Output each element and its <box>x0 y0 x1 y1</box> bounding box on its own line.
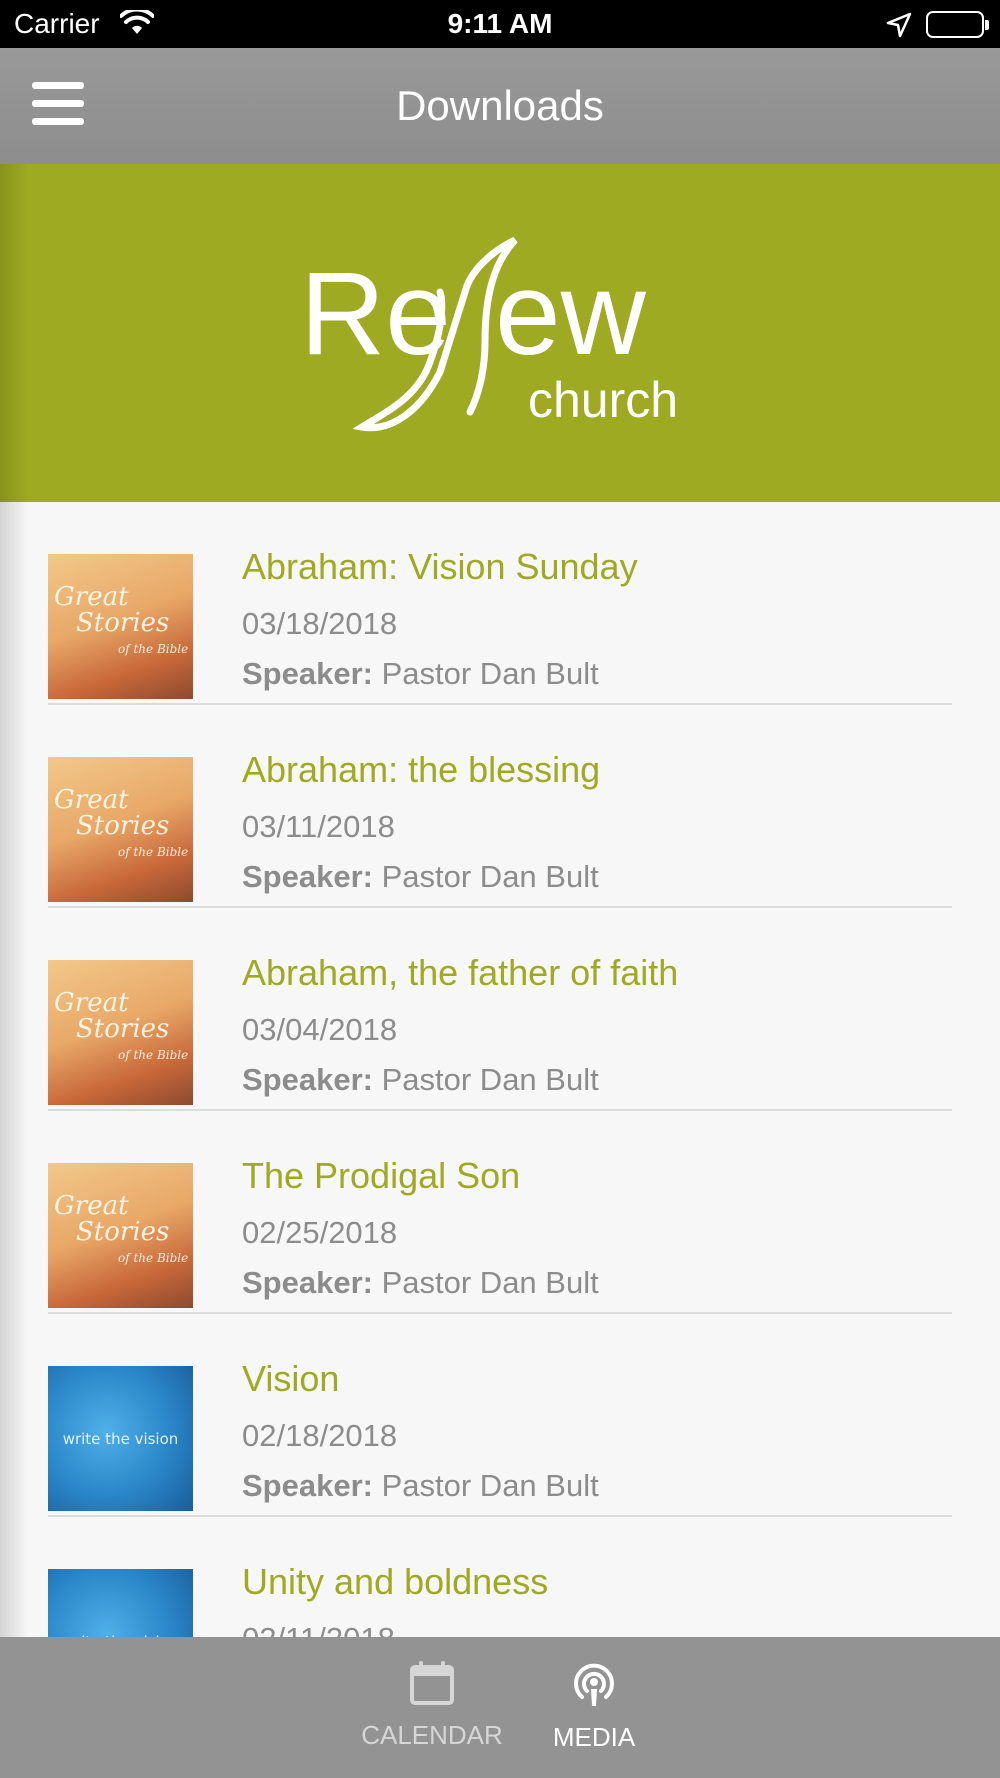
podcast-icon <box>574 1663 614 1706</box>
thumbnail-text: Great Stories <box>54 990 169 1042</box>
renew-church-logo: Re ew church <box>300 236 678 432</box>
thumbnail-text: write the vision <box>62 1430 179 1448</box>
tab-bar: CALENDAR MEDIA <box>0 1637 1000 1778</box>
sermon-title: Unity and boldness <box>242 1561 549 1602</box>
thumbnail-subtext: of the Bible <box>118 642 189 656</box>
sermon-thumbnail: write the vision <box>48 1569 193 1637</box>
thumbnail-subtext: of the Bible <box>118 1048 189 1062</box>
thumbnail-text: Great Stories <box>54 787 169 839</box>
sermon-date: 03/04/2018 <box>242 1012 398 1047</box>
sermon-speaker: Speaker: Pastor Dan Bult <box>242 1468 599 1504</box>
downloads-content[interactable]: Re ew church Great Stories of the Bible Abr… <box>0 164 1000 1637</box>
sermon-thumbnail: Great Stories of the Bible <box>48 554 193 699</box>
sermon-title: Abraham, the father of faith <box>242 952 679 993</box>
speaker-name: Pastor Dan Bult <box>381 1062 599 1097</box>
speaker-label: Speaker: <box>242 1468 373 1503</box>
sermon-speaker: Speaker: Pastor Dan Bult <box>242 859 599 895</box>
sermon-speaker: Speaker: Pastor Dan Bult <box>242 1062 599 1098</box>
tab-media[interactable]: MEDIA <box>519 1659 669 1769</box>
sermon-date: 02/18/2018 <box>242 1418 398 1453</box>
tab-media-label: MEDIA <box>552 1722 636 1752</box>
thumbnail-line-2: Stories <box>76 1014 170 1044</box>
list-item[interactable]: Great Stories of the Bible The Prodigal Son… <box>48 1111 952 1314</box>
sermon-thumbnail: Great Stories of the Bible <box>48 960 193 1105</box>
battery-icon <box>926 11 989 38</box>
thumbnail-text: Great Stories <box>54 1193 169 1245</box>
tab-calendar-label: CALENDAR <box>361 1720 503 1750</box>
sermon-date: 03/18/2018 <box>242 606 398 641</box>
calendar-icon <box>410 1661 454 1705</box>
list-item[interactable]: write the vision Unity and boldness 02/11/… <box>48 1517 952 1637</box>
sermon-date: 02/11/2018 <box>242 1621 395 1637</box>
sermon-speaker: Speaker: Pastor Dan Bult <box>242 656 599 692</box>
thumbnail-subtext: of the Bible <box>118 845 189 859</box>
speaker-label: Speaker: <box>242 656 373 691</box>
speaker-label: Speaker: <box>242 859 373 894</box>
tab-calendar[interactable]: CALENDAR <box>357 1659 507 1769</box>
sermon-thumbnail: Great Stories of the Bible <box>48 1163 193 1308</box>
list-item[interactable]: write the vision Vision 02/18/2018 Speaker:… <box>48 1314 952 1517</box>
speaker-name: Pastor Dan Bult <box>381 859 599 894</box>
speaker-label: Speaker: <box>242 1062 373 1097</box>
location-arrow-icon <box>886 12 912 43</box>
speaker-name: Pastor Dan Bult <box>381 1265 599 1300</box>
speaker-label: Speaker: <box>242 1265 373 1300</box>
clock-label: 9:11 AM <box>447 8 553 39</box>
sermon-title: The Prodigal Son <box>242 1155 521 1196</box>
list-item[interactable]: Great Stories of the Bible Abraham, the fat… <box>48 908 952 1111</box>
sermon-speaker: Speaker: Pastor Dan Bult <box>242 1265 599 1301</box>
thumbnail-line-2: Stories <box>76 811 170 841</box>
sermon-title: Vision <box>242 1358 340 1399</box>
sermon-thumbnail: write the vision <box>48 1366 193 1511</box>
speaker-name: Pastor Dan Bult <box>381 656 599 691</box>
thumbnail-line-2: Stories <box>76 608 170 638</box>
speaker-name: Pastor Dan Bult <box>381 1468 599 1503</box>
sermon-date: 02/25/2018 <box>242 1215 398 1250</box>
list-item[interactable]: Great Stories of the Bible Abraham: Vision … <box>48 502 952 705</box>
sermon-title: Abraham: the blessing <box>242 749 601 790</box>
thumbnail-text: Great Stories <box>54 584 169 636</box>
list-item[interactable]: Great Stories of the Bible Abraham: the ble… <box>48 705 952 908</box>
sermon-title: Abraham: Vision Sunday <box>242 546 638 587</box>
sermon-date: 03/11/2018 <box>242 809 395 844</box>
thumbnail-subtext: of the Bible <box>118 1251 189 1265</box>
logo-text-ew: ew <box>495 248 647 380</box>
church-banner: Re ew church <box>0 164 1000 502</box>
sermon-thumbnail: Great Stories of the Bible <box>48 757 193 902</box>
logo-text-church: church <box>528 372 678 428</box>
status-bar: Carrier 9:11 AM <box>0 0 1000 48</box>
page-title: Downloads <box>396 82 604 129</box>
navigation-bar: Downloads <box>0 48 1000 164</box>
thumbnail-line-2: Stories <box>76 1217 170 1247</box>
